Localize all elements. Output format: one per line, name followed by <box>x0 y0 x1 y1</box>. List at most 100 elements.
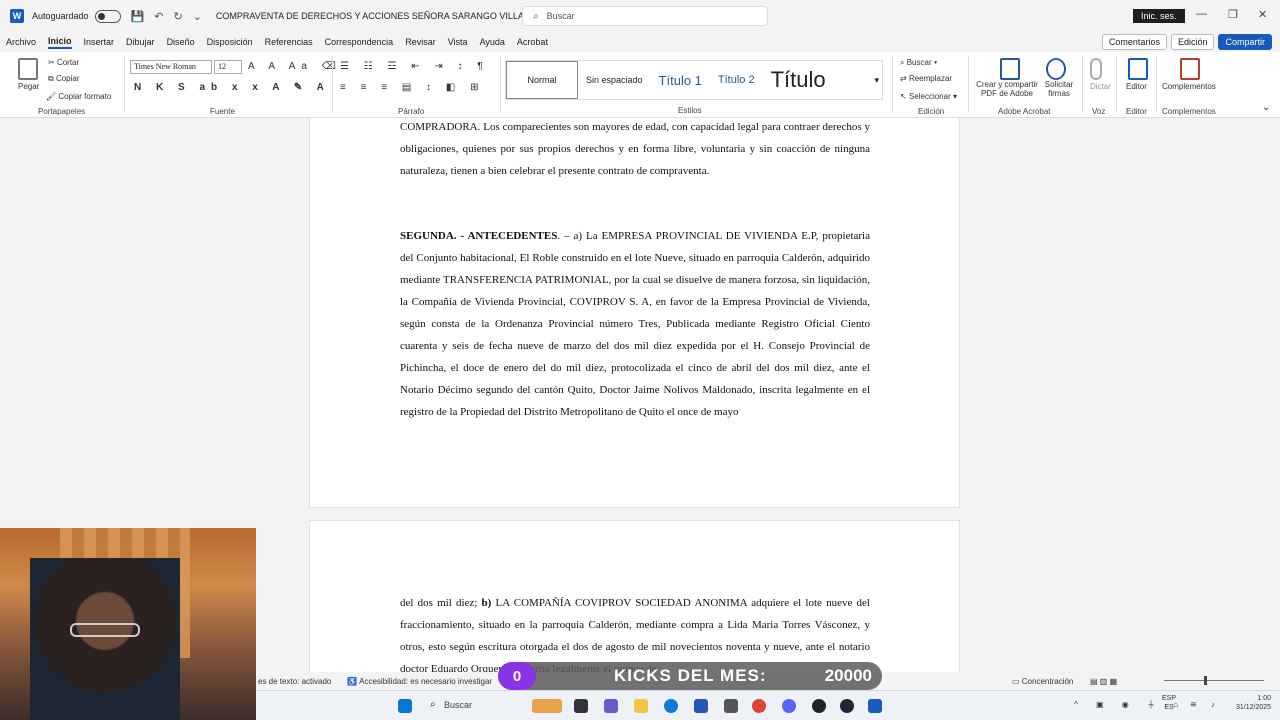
font-size-select[interactable]: 12 <box>214 60 242 74</box>
copy-button[interactable]: ⧉ Copiar <box>48 74 80 84</box>
share-button[interactable]: Compartir <box>1218 34 1272 50</box>
addins-icon[interactable] <box>1180 58 1200 80</box>
comments-button[interactable]: Comentarios <box>1101 34 1167 50</box>
editor-button[interactable]: Editor <box>1126 82 1147 91</box>
request-signatures-icon[interactable] <box>1046 58 1066 80</box>
store-icon[interactable] <box>694 699 708 713</box>
font-name-select[interactable]: Times New Roman <box>130 60 212 74</box>
create-pdf-icon[interactable] <box>1000 58 1020 80</box>
wifi-volume-icons[interactable]: ≋ ♪ <box>1190 700 1221 709</box>
addins-label: Complementos <box>1162 107 1216 116</box>
find-label: Buscar <box>906 58 932 67</box>
view-mode-icons[interactable]: ▤ ▥ ▦ <box>1090 677 1117 686</box>
word-taskbar-icon[interactable] <box>868 699 882 713</box>
style-normal[interactable]: Normal <box>506 61 578 99</box>
editor-pen-icon[interactable] <box>1128 58 1148 80</box>
request-signatures-button[interactable]: Solicitar firmas <box>1042 80 1076 98</box>
font-size-tools-icons[interactable]: A A Aa ⌫ <box>248 61 342 72</box>
document-page[interactable]: COMPRADORA. Los comparecientes son mayor… <box>309 118 960 508</box>
save-icon[interactable]: 💾 <box>131 10 145 23</box>
chrome-icon[interactable] <box>752 699 766 713</box>
editing-label: Edición <box>918 107 945 116</box>
find-button[interactable]: ⌕ Buscar ▾ <box>900 58 937 68</box>
cut-button[interactable]: ✂ Cortar <box>48 58 79 67</box>
alignment-icons[interactable]: ≡ ≡ ≡ ▤ ↕ ◧ ⊞ <box>340 82 484 93</box>
paste-button[interactable]: Pegar <box>18 82 39 91</box>
sign-in-button[interactable]: Inic. ses. <box>1133 9 1185 23</box>
editing-mode-button[interactable]: Edición <box>1170 34 1215 50</box>
paragraph-label: Párrafo <box>398 107 425 116</box>
restore-icon[interactable]: ❐ <box>1228 8 1238 21</box>
widgets-icon[interactable] <box>532 699 562 713</box>
search-box[interactable]: ⌕ Buscar <box>522 6 768 26</box>
tray-overflow-icon[interactable]: ^ <box>1074 700 1078 709</box>
customize-toolbar-icon[interactable]: ⌄ <box>193 10 202 23</box>
paragraph-text: del dos mil diez; <box>400 597 482 609</box>
tab-acrobat[interactable]: Acrobat <box>517 37 548 47</box>
obs-icon[interactable] <box>812 699 826 713</box>
kicks-label: KICKS DEL MES: <box>614 666 767 685</box>
microphone-icon[interactable] <box>1090 58 1102 80</box>
app-icon[interactable] <box>724 699 738 713</box>
discord-icon[interactable] <box>782 699 796 713</box>
language-indicator[interactable]: ESP ES <box>1162 694 1176 712</box>
edge-icon[interactable] <box>664 699 678 713</box>
tab-ayuda[interactable]: Ayuda <box>480 37 505 47</box>
tab-inicio[interactable]: Inicio <box>48 36 72 49</box>
collapse-ribbon-icon[interactable]: ⌄ <box>1262 102 1270 113</box>
taskbar-search-icon[interactable]: ⌕ <box>430 699 436 710</box>
format-painter-button[interactable]: 🖌 Copiar formato <box>46 92 111 101</box>
tab-insertar[interactable]: Insertar <box>84 37 115 47</box>
task-view-icon[interactable] <box>574 699 588 713</box>
list-indent-icons[interactable]: ☰ ☷ ☲ ⇤ ⇥ ↕ ¶ <box>340 61 489 72</box>
clock[interactable]: 1:00 31/12/2025 <box>1236 694 1271 712</box>
tab-diseno[interactable]: Diseño <box>167 37 195 47</box>
font-format-icons[interactable]: N K S ab x x A ✎ A <box>134 82 330 93</box>
text-prediction-status[interactable]: es de texto: activado <box>258 677 331 686</box>
focus-mode-button[interactable]: ▭ Concentración <box>1012 677 1073 686</box>
style-heading-2[interactable]: Título 2 <box>710 61 763 99</box>
document-page[interactable]: del dos mil diez; b) LA COMPAÑÍA COVIPRO… <box>309 520 960 672</box>
language-code: ESP <box>1162 695 1177 702</box>
paragraph-comparecientes[interactable]: COMPRADORA. Los comparecientes son mayor… <box>400 118 870 182</box>
file-explorer-icon[interactable] <box>634 699 648 713</box>
autosave-toggle[interactable] <box>94 9 121 23</box>
redo-icon[interactable]: ↻ <box>173 10 182 23</box>
dictate-button[interactable]: Dictar <box>1090 82 1111 91</box>
style-no-spacing[interactable]: Sin espaciado <box>578 61 651 99</box>
steam-icon[interactable] <box>840 699 854 713</box>
paragraph-coviprov[interactable]: del dos mil diez; b) LA COMPAÑÍA COVIPRO… <box>400 592 870 672</box>
paragraph-antecedentes[interactable]: SEGUNDA. - ANTECEDENTES. – a) La EMPRESA… <box>400 225 870 423</box>
replace-button[interactable]: ⇄ Reemplazar <box>900 74 952 83</box>
close-icon[interactable]: ✕ <box>1258 8 1267 21</box>
tab-dibujar[interactable]: Dibujar <box>126 37 155 47</box>
copilot-icon[interactable] <box>604 699 618 713</box>
word-icon[interactable]: W <box>10 9 24 23</box>
style-heading-1[interactable]: Título 1 <box>651 61 710 99</box>
addins-button[interactable]: Complementos <box>1162 82 1216 91</box>
document-title[interactable]: COMPRAVENTA DE DERECHOS Y ACCIONES SEÑOR… <box>216 11 539 21</box>
taskbar-search-label[interactable]: Buscar <box>444 700 472 710</box>
kicks-goal-value: 20000 <box>824 666 872 685</box>
font-group: Times New Roman 12 A A Aa ⌫ N K S ab x x… <box>126 52 336 118</box>
paste-icon[interactable] <box>18 58 38 80</box>
zoom-slider-thumb[interactable] <box>1204 676 1207 685</box>
styles-more-icon[interactable]: ▾ <box>874 75 879 86</box>
style-title[interactable]: Título <box>763 61 834 99</box>
editing-group: ⌕ Buscar ▾ ⇄ Reemplazar ↖ Seleccionar ▾ … <box>894 52 968 118</box>
tab-referencias[interactable]: Referencias <box>265 37 313 47</box>
divider <box>500 56 501 112</box>
voice-group: Dictar Voz <box>1084 52 1114 118</box>
select-button[interactable]: ↖ Seleccionar ▾ <box>900 92 957 101</box>
minimize-icon[interactable]: — <box>1196 8 1207 20</box>
accessibility-status[interactable]: ♿ Accesibilidad: es necesario investigar <box>347 677 492 686</box>
undo-icon[interactable]: ↶ <box>154 10 163 23</box>
create-pdf-button[interactable]: Crear y compartir PDF de Adobe <box>976 80 1038 98</box>
start-icon[interactable] <box>398 699 412 713</box>
tab-vista[interactable]: Vista <box>448 37 468 47</box>
tab-disposicion[interactable]: Disposición <box>207 37 253 47</box>
tab-archivo[interactable]: Archivo <box>6 37 36 47</box>
zoom-slider[interactable] <box>1164 680 1264 681</box>
tab-revisar[interactable]: Revisar <box>405 37 436 47</box>
tab-correspondencia[interactable]: Correspondencia <box>325 37 394 47</box>
